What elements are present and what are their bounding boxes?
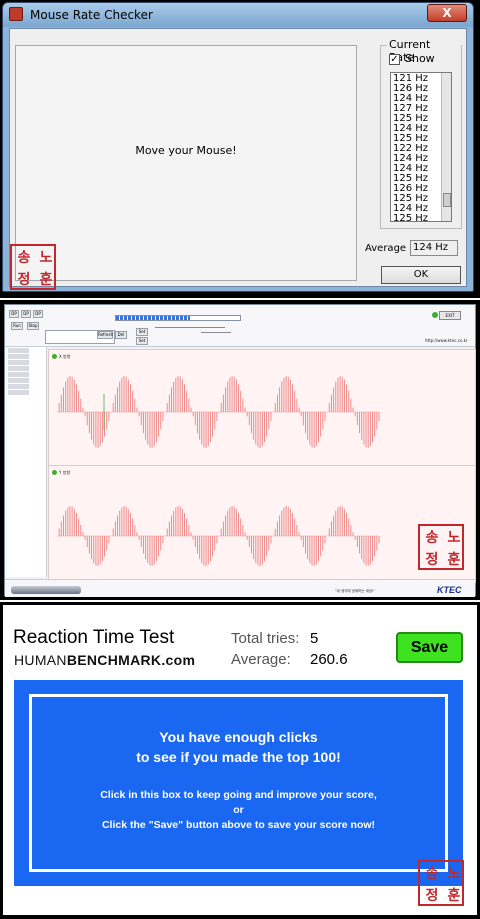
- average-label: Average:: [231, 651, 291, 668]
- scope-toolbar: DP DP DP Run Stop Refresh Del Set Set EX…: [5, 305, 475, 347]
- device-image: [11, 586, 81, 594]
- seal-glyph: 송: [425, 530, 439, 546]
- scope-app-window: DP DP DP Run Stop Refresh Del Set Set EX…: [4, 304, 476, 597]
- toolbar-button[interactable]: DP: [21, 310, 31, 318]
- scope-app-panel: DP DP DP Run Stop Refresh Del Set Set EX…: [0, 300, 480, 600]
- device-list-line: [8, 390, 43, 395]
- slider-track[interactable]: [181, 327, 221, 328]
- save-button[interactable]: Save: [396, 632, 463, 663]
- run-button[interactable]: Run: [11, 322, 23, 330]
- instruction-line: or: [233, 804, 244, 816]
- y-axis-scope: Y 방향: [48, 465, 476, 583]
- total-tries-label: Total tries:: [231, 630, 300, 647]
- progress-bar: [115, 315, 241, 321]
- device-list-line: [8, 378, 43, 383]
- message-line: You have enough clicks: [159, 729, 318, 745]
- current-rate-group: Current Rate ✓ Show 121 Hz 126 Hz 124 Hz 12…: [380, 38, 462, 229]
- toolbar-button[interactable]: DP: [9, 310, 19, 318]
- average-value: 260.6: [310, 651, 348, 668]
- website-url: http://www.ktec.co.kr: [425, 338, 468, 343]
- human-benchmark-page: Reaction Time Test HUMANBENCHMARK.com To…: [3, 605, 477, 915]
- seal-glyph: 노: [447, 866, 461, 882]
- window-title: Mouse Rate Checker: [30, 8, 153, 22]
- y-waveform: [57, 506, 380, 566]
- toolbar-button[interactable]: DP: [33, 310, 43, 318]
- site-name[interactable]: HUMANBENCHMARK.com: [14, 652, 195, 668]
- ok-button[interactable]: OK: [381, 266, 461, 284]
- set-button[interactable]: Set: [136, 328, 148, 336]
- seal-glyph: 훈: [447, 888, 461, 904]
- device-list-line: [8, 372, 43, 377]
- message-frame: You have enough clicks to see if you mad…: [29, 694, 448, 872]
- seal-glyph: 정: [425, 888, 439, 904]
- seal-glyph: 노: [39, 250, 53, 266]
- instruction-line: Click in this box to keep going and impr…: [100, 789, 377, 801]
- set-button[interactable]: Set: [136, 337, 148, 345]
- show-checkbox[interactable]: ✓: [389, 54, 400, 65]
- x-axis-scope: X 방향: [48, 349, 476, 467]
- test-click-area[interactable]: You have enough clicks to see if you mad…: [14, 680, 463, 886]
- seal-glyph: 정: [425, 552, 439, 568]
- x-waveform: [57, 376, 380, 448]
- seal-glyph: 송: [425, 866, 439, 882]
- seal-glyph: 훈: [447, 552, 461, 568]
- mouse-rate-checker-panel: Mouse Rate Checker X Move your Mouse! Cu…: [0, 0, 480, 298]
- dialog-body: Move your Mouse! Current Rate ✓ Show 121…: [9, 28, 467, 287]
- seal-glyph: 정: [17, 272, 31, 288]
- mouse-move-area[interactable]: Move your Mouse!: [15, 45, 357, 281]
- rate-list[interactable]: 121 Hz 126 Hz 124 Hz 127 Hz 125 Hz 124 Hz 125 …: [390, 72, 452, 222]
- slider-track[interactable]: [201, 332, 231, 333]
- device-sidebar: [5, 347, 47, 577]
- seal-stamp: 송노정훈: [10, 244, 56, 290]
- progress-fill: [116, 316, 191, 320]
- reaction-test-panel: Reaction Time Test HUMANBENCHMARK.com To…: [0, 602, 480, 919]
- refresh-button[interactable]: Refresh: [97, 331, 113, 339]
- move-prompt: Move your Mouse!: [135, 144, 237, 157]
- rate-list-scrollbar[interactable]: [441, 73, 451, 221]
- seal-glyph: 노: [447, 530, 461, 546]
- scroll-thumb[interactable]: [443, 193, 451, 207]
- page-title: Reaction Time Test: [13, 627, 175, 648]
- app-icon: [9, 7, 23, 21]
- stop-button[interactable]: Stop: [27, 322, 39, 330]
- seal-stamp: 송노정훈: [418, 524, 464, 570]
- seal-glyph: 송: [17, 250, 31, 266]
- average-label: Average: [365, 243, 407, 254]
- message-line: to see if you made the top 100!: [136, 749, 341, 765]
- slogan: "내 생각에 공제하는 세상!": [335, 589, 376, 593]
- scope-footer: "내 생각에 공제하는 세상!" KTEC: [5, 579, 475, 597]
- status-led-icon: [432, 312, 438, 318]
- device-list-line: [8, 366, 43, 371]
- del-button[interactable]: Del: [115, 331, 127, 339]
- seal-glyph: 훈: [39, 272, 53, 288]
- site-prefix: HUMAN: [14, 652, 67, 668]
- average-value-field: 124 Hz: [410, 240, 458, 256]
- title-bar[interactable]: Mouse Rate Checker X: [3, 3, 473, 27]
- instruction-line: Click the "Save" button above to save yo…: [101, 819, 376, 831]
- show-label: Show: [405, 52, 435, 65]
- mouse-rate-window: Mouse Rate Checker X Move your Mouse! Cu…: [2, 2, 474, 292]
- site-suffix: BENCHMARK.com: [66, 652, 196, 668]
- close-button[interactable]: X: [427, 4, 467, 22]
- seal-stamp: 송노정훈: [418, 860, 464, 906]
- device-list-line: [8, 384, 43, 389]
- brand-logo: KTEC: [437, 585, 462, 595]
- device-list-line: [8, 360, 43, 365]
- device-list-line: [8, 348, 43, 353]
- total-tries-value: 5: [310, 630, 319, 647]
- exit-button[interactable]: EXIT: [439, 311, 461, 320]
- device-list-line: [8, 354, 43, 359]
